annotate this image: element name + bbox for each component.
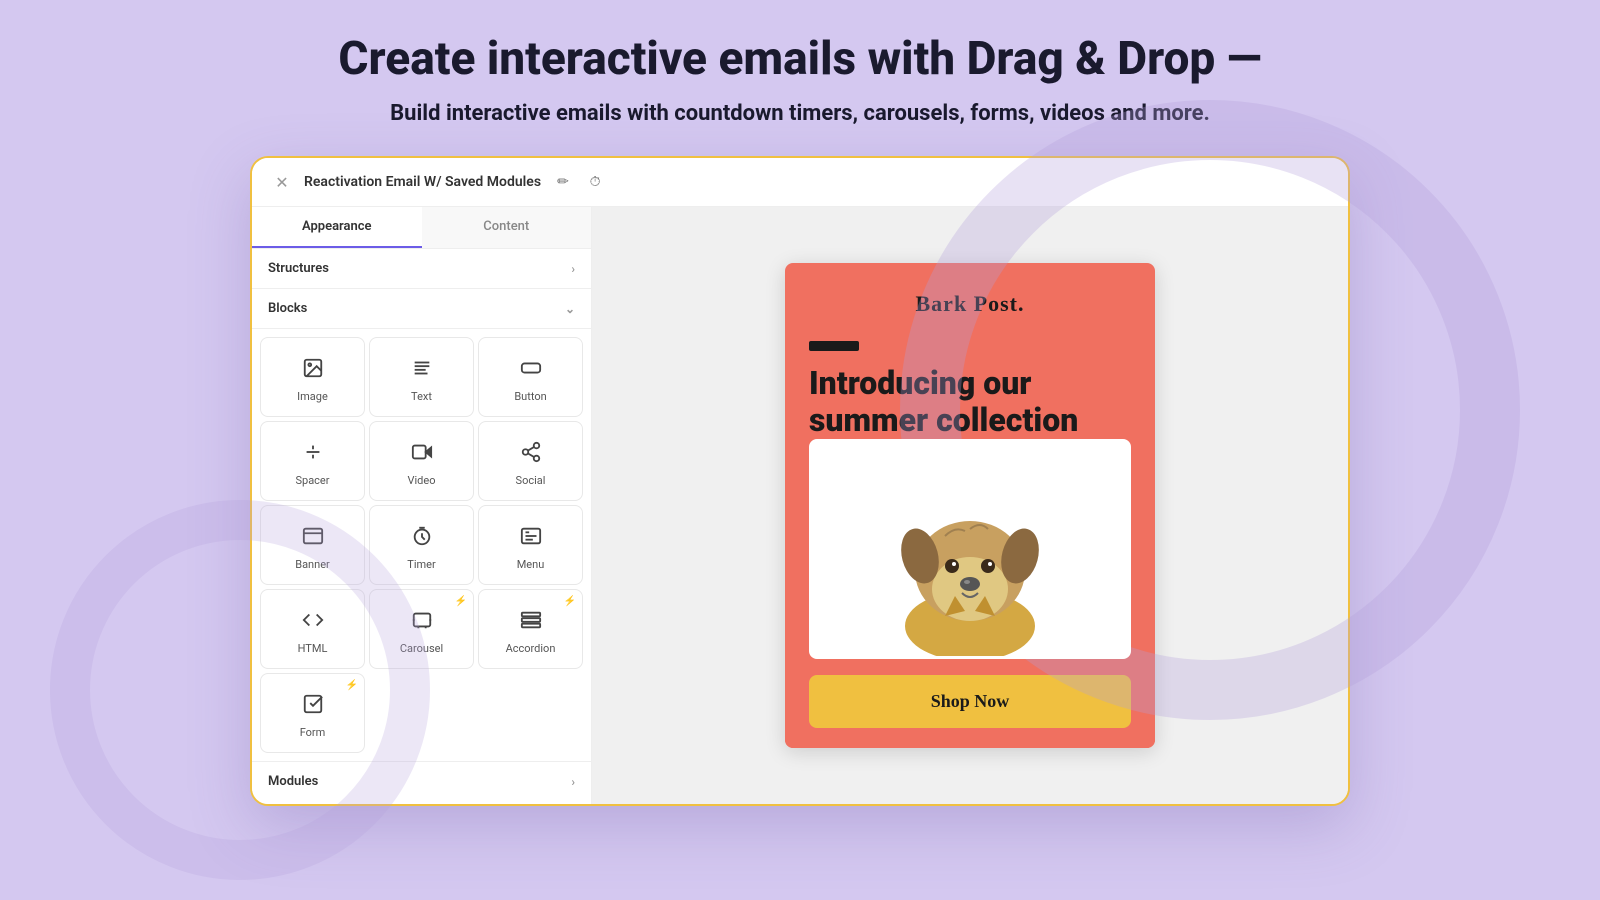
timer-label: Timer (407, 558, 435, 571)
menu-label: Menu (517, 558, 545, 571)
title-bar: ✕ Reactivation Email W/ Saved Modules ✏ … (252, 158, 1348, 207)
video-label: Video (408, 474, 436, 487)
button-icon (520, 357, 542, 384)
window-title: Reactivation Email W/ Saved Modules (304, 174, 541, 190)
accordion-icon (520, 609, 542, 636)
blocks-label: Blocks (268, 301, 307, 316)
html-icon (302, 609, 324, 636)
accordion-lightning: ⚡ (564, 596, 576, 607)
email-preview: Bark Post. Introducing our summer collec… (785, 263, 1155, 748)
block-button[interactable]: Button (478, 337, 583, 417)
block-timer[interactable]: Timer (369, 505, 474, 585)
carousel-icon (411, 609, 433, 636)
block-form[interactable]: ⚡ Form (260, 673, 365, 753)
block-social[interactable]: Social (478, 421, 583, 501)
timer-icon (411, 525, 433, 552)
modules-label: Modules (268, 774, 318, 789)
carousel-lightning: ⚡ (455, 596, 467, 607)
dog-svg (870, 441, 1070, 656)
block-menu[interactable]: Menu (478, 505, 583, 585)
banner-icon (302, 525, 324, 552)
blocks-chevron: ⌄ (565, 302, 575, 316)
block-spacer[interactable]: Spacer (260, 421, 365, 501)
history-icon[interactable]: ⏱ (585, 172, 605, 192)
structures-label: Structures (268, 261, 329, 276)
blocks-section-header[interactable]: Blocks ⌄ (252, 289, 591, 329)
right-panel: Bark Post. Introducing our summer collec… (592, 207, 1348, 804)
app-window: ✕ Reactivation Email W/ Saved Modules ✏ … (250, 156, 1350, 806)
panel-tabs: Appearance Content (252, 207, 591, 249)
email-footer: Shop Now (785, 659, 1155, 748)
block-banner[interactable]: Banner (260, 505, 365, 585)
brand-name: Bark Post. (809, 291, 1131, 317)
shop-now-button[interactable]: Shop Now (809, 675, 1131, 728)
tab-appearance[interactable]: Appearance (252, 207, 422, 248)
block-image[interactable]: Image (260, 337, 365, 417)
text-icon (411, 357, 433, 384)
block-text[interactable]: Text (369, 337, 474, 417)
structures-chevron: › (571, 262, 575, 276)
form-icon (302, 693, 324, 720)
carousel-label: Carousel (400, 642, 443, 655)
structures-section[interactable]: Structures › (252, 249, 591, 289)
email-header: Bark Post. (785, 263, 1155, 329)
close-button[interactable]: ✕ (272, 172, 292, 192)
block-video[interactable]: Video (369, 421, 474, 501)
form-label: Form (300, 726, 326, 739)
social-icon (520, 441, 542, 468)
form-lightning: ⚡ (346, 680, 358, 691)
block-html[interactable]: HTML (260, 589, 365, 669)
page-subheadline: Build interactive emails with countdown … (390, 101, 1210, 126)
spacer-label: Spacer (295, 474, 329, 487)
email-body: Introducing our summer collection (785, 329, 1155, 659)
video-icon (411, 441, 433, 468)
product-image (809, 439, 1131, 659)
accent-bar (809, 341, 859, 351)
email-title: Introducing our summer collection (809, 365, 1131, 439)
menu-icon (520, 525, 542, 552)
image-icon (302, 357, 324, 384)
button-label: Button (514, 390, 546, 403)
main-content: Appearance Content Structures › Blocks ⌄ (252, 207, 1348, 804)
block-accordion[interactable]: ⚡ Accordion (478, 589, 583, 669)
left-panel: Appearance Content Structures › Blocks ⌄ (252, 207, 592, 804)
blocks-grid: Image Text (252, 329, 591, 761)
text-label: Text (411, 390, 432, 403)
image-label: Image (297, 390, 328, 403)
modules-chevron: › (571, 775, 575, 789)
modules-section[interactable]: Modules › (252, 761, 591, 801)
html-label: HTML (298, 642, 328, 655)
edit-icon[interactable]: ✏ (553, 172, 573, 192)
accordion-label: Accordion (506, 642, 556, 655)
block-carousel[interactable]: ⚡ Carousel (369, 589, 474, 669)
banner-label: Banner (295, 558, 330, 571)
social-label: Social (516, 474, 546, 487)
tab-content[interactable]: Content (422, 207, 592, 248)
spacer-icon (302, 441, 324, 468)
page-headline: Create interactive emails with Drag & Dr… (338, 32, 1261, 87)
